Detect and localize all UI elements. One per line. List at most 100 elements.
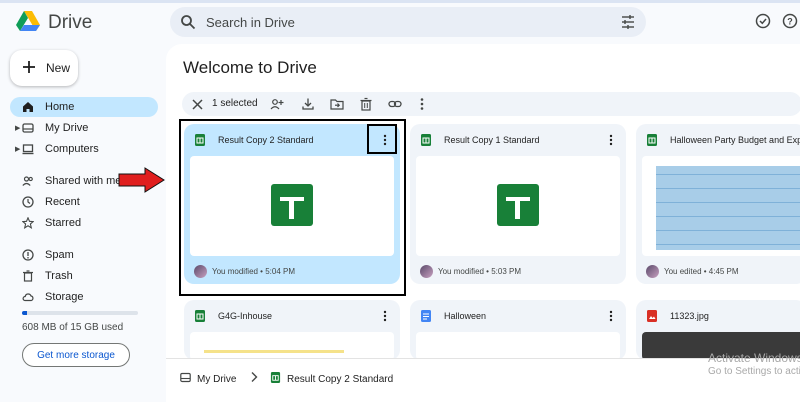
file-card[interactable]: Halloween xyxy=(410,300,626,360)
watermark-line2: Go to Settings to activate xyxy=(708,366,800,377)
breadcrumb: My Drive Result Copy 2 Standard xyxy=(166,358,800,402)
file-card[interactable]: G4G-Inhouse xyxy=(184,300,400,360)
clock-icon xyxy=(22,196,34,211)
sheet-gridline xyxy=(656,188,800,189)
expand-caret-icon[interactable]: ▶ xyxy=(15,124,20,132)
new-button[interactable]: New xyxy=(10,50,78,86)
more-options-highlight-box xyxy=(367,124,397,154)
breadcrumb-current-label: Result Copy 2 Standard xyxy=(287,373,394,385)
home-icon xyxy=(22,101,34,116)
file-thumbnail xyxy=(416,156,620,256)
expand-caret-icon[interactable]: ▶ xyxy=(15,145,20,153)
drive-logo-icon xyxy=(16,10,40,35)
sidebar-item-spam[interactable]: Spam xyxy=(10,245,158,265)
storage-usage-text: 608 MB of 15 GB used xyxy=(22,322,124,333)
search-input[interactable] xyxy=(206,7,606,37)
selection-count: 1 selected xyxy=(212,98,258,109)
preview-highlight-row xyxy=(204,350,344,353)
breadcrumb-root[interactable]: My Drive xyxy=(180,372,236,386)
search-options-icon[interactable] xyxy=(620,14,636,33)
sidebar-item-label: My Drive xyxy=(45,122,89,134)
offline-status-icon[interactable] xyxy=(755,13,771,32)
storage-usage-fill xyxy=(22,311,27,315)
avatar xyxy=(646,265,659,278)
link-icon[interactable] xyxy=(388,97,402,114)
file-card-title: Halloween Party Budget and Exp xyxy=(670,135,800,145)
spreadsheet-preview xyxy=(656,166,800,250)
sidebar-item-label: Spam xyxy=(45,249,74,261)
watermark-line1: Activate Windows xyxy=(708,351,800,365)
top-border xyxy=(0,0,800,3)
sidebar-item-storage[interactable]: Storage xyxy=(10,287,158,307)
sidebar-item-computers[interactable]: ▶ Computers xyxy=(10,139,158,159)
avatar xyxy=(420,265,433,278)
sidebar-item-label: Computers xyxy=(45,143,99,155)
more-options-icon[interactable] xyxy=(602,307,620,325)
sidebar-item-label: Trash xyxy=(45,270,73,282)
plus-icon xyxy=(22,60,36,77)
move-to-folder-icon[interactable] xyxy=(330,97,344,114)
breadcrumb-root-label: My Drive xyxy=(197,373,237,385)
sidebar-item-label: Storage xyxy=(45,291,84,303)
file-thumbnail xyxy=(416,332,620,360)
sheet-gridline xyxy=(656,174,800,175)
trash-icon[interactable] xyxy=(359,97,373,114)
activation-watermark: Activate Windows Go to Settings to activ… xyxy=(708,352,800,378)
more-options-icon[interactable] xyxy=(376,307,394,325)
file-card-title: G4G-Inhouse xyxy=(218,311,273,321)
sidebar-item-trash[interactable]: Trash xyxy=(10,266,158,286)
sidebar-item-starred[interactable]: Starred xyxy=(10,213,158,233)
sidebar-item-my-drive[interactable]: ▶ My Drive xyxy=(10,118,158,138)
selection-toolbar: 1 selected xyxy=(182,92,800,116)
search-bar[interactable] xyxy=(170,7,646,37)
sidebar-item-home[interactable]: Home xyxy=(10,97,158,117)
cloud-icon xyxy=(22,291,34,306)
trash-icon xyxy=(22,270,34,285)
help-icon[interactable]: ? xyxy=(782,13,798,32)
breadcrumb-current[interactable]: Result Copy 2 Standard xyxy=(270,372,393,386)
download-icon[interactable] xyxy=(301,97,315,114)
more-options-icon[interactable] xyxy=(602,131,620,149)
file-card-meta: You edited • 4:45 PM xyxy=(664,267,739,276)
red-arrow-annotation xyxy=(118,167,166,196)
get-more-storage-button[interactable]: Get more storage xyxy=(22,343,130,367)
spam-icon xyxy=(22,249,34,264)
sidebar-item-label: Shared with me xyxy=(45,175,122,187)
sheets-large-icon xyxy=(497,184,539,229)
chevron-right-icon xyxy=(250,371,258,386)
sheet-gridline xyxy=(656,202,800,203)
close-icon[interactable] xyxy=(192,98,203,113)
image-icon xyxy=(646,310,658,325)
drive-icon xyxy=(180,372,191,386)
sheets-icon xyxy=(420,134,432,149)
drive-icon xyxy=(22,122,34,137)
new-button-label: New xyxy=(46,61,71,75)
sheet-gridline xyxy=(656,230,800,231)
sidebar-item-label: Starred xyxy=(45,217,82,229)
storage-usage-bar xyxy=(22,311,138,315)
file-card-title: Result Copy 1 Standard xyxy=(444,135,540,145)
people-icon xyxy=(22,175,34,190)
sheet-gridline xyxy=(656,244,800,245)
sidebar-item-label: Recent xyxy=(45,196,80,208)
file-card-title: Halloween xyxy=(444,311,487,321)
computer-icon xyxy=(22,143,34,158)
star-icon xyxy=(21,216,35,232)
sheets-icon xyxy=(194,310,206,325)
file-card-meta: You modified • 5:03 PM xyxy=(438,267,521,276)
sheets-icon xyxy=(646,134,658,149)
drive-logo[interactable]: Drive xyxy=(16,10,92,35)
sheet-gridline xyxy=(656,216,800,217)
file-thumbnail xyxy=(190,332,394,360)
search-icon[interactable] xyxy=(180,14,196,33)
share-icon[interactable] xyxy=(270,97,284,114)
file-card[interactable]: Halloween Party Budget and Exp You edite… xyxy=(636,124,800,284)
page-title: Welcome to Drive xyxy=(183,58,317,77)
file-thumbnail xyxy=(642,156,800,256)
docs-icon xyxy=(420,310,432,325)
sheets-icon xyxy=(270,372,281,386)
svg-text:?: ? xyxy=(787,17,793,27)
file-card[interactable]: Result Copy 1 Standard You modified • 5:… xyxy=(410,124,626,284)
more-options-icon[interactable] xyxy=(420,97,424,114)
file-card-title: 11323.jpg xyxy=(670,311,709,321)
